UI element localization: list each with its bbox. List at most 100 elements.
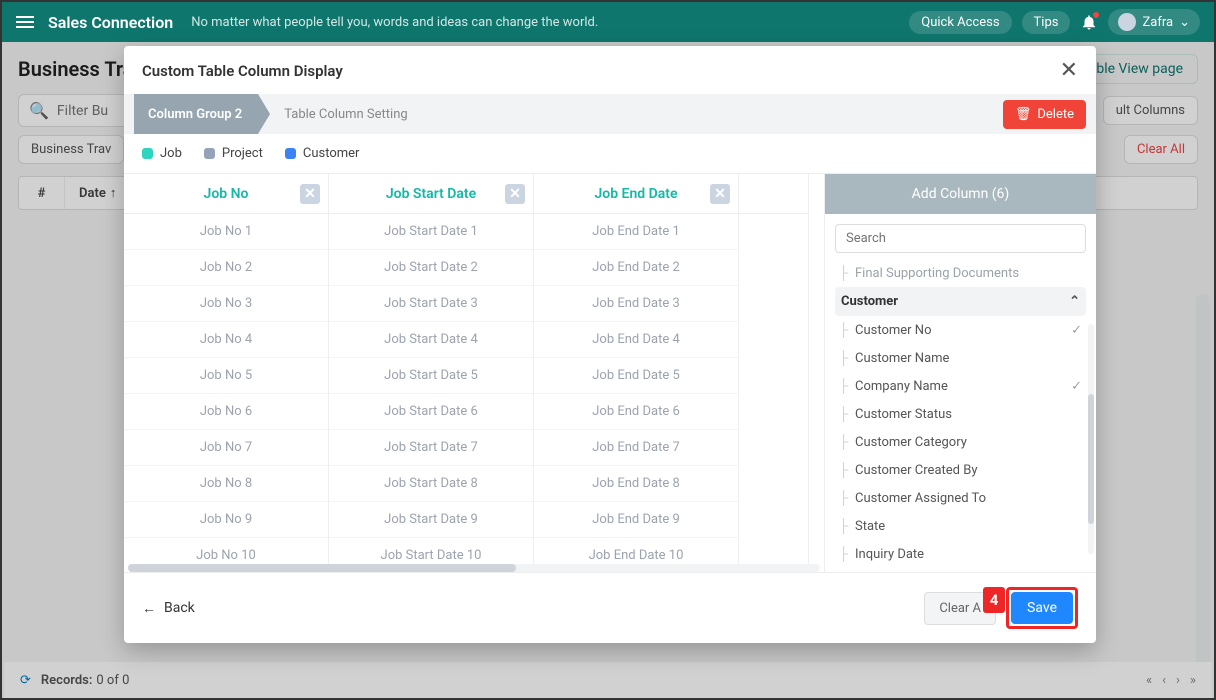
add-column-item-label: Customer Category xyxy=(855,435,967,450)
column-cell: Job No 3 xyxy=(124,286,328,322)
add-column-item[interactable]: ├Customer No✓ xyxy=(835,316,1086,344)
close-icon[interactable]: ✕ xyxy=(1060,60,1078,82)
column-header-label: Job End Date xyxy=(594,186,677,202)
legend-row: Job Project Customer xyxy=(124,134,1096,174)
chevron-down-icon: ⌄ xyxy=(1179,15,1190,30)
modal-title: Custom Table Column Display xyxy=(142,62,1060,80)
save-highlight: 4 Save xyxy=(1006,587,1078,629)
add-column-item-label: Customer Status xyxy=(855,407,952,422)
column-cell: Job End Date 4 xyxy=(534,322,738,358)
custom-column-modal: Custom Table Column Display ✕ Column Gro… xyxy=(124,46,1096,643)
delete-button-label: Delete xyxy=(1037,107,1074,122)
column-cell: Job Start Date 6 xyxy=(329,394,533,430)
add-column-item[interactable]: ├Customer Category xyxy=(835,428,1086,456)
add-column-item[interactable]: ├State xyxy=(835,512,1086,540)
add-column-header: Add Column (6) xyxy=(825,174,1096,214)
add-item-prev[interactable]: ├Final Supporting Documents xyxy=(835,259,1086,287)
column-cell: Job No 1 xyxy=(124,214,328,250)
hamburger-icon[interactable] xyxy=(16,16,34,28)
breadcrumb-active[interactable]: Column Group 2 xyxy=(134,94,258,134)
column-cell: Job Start Date 1 xyxy=(329,214,533,250)
add-column-item-label: Inquiry Date xyxy=(855,547,924,562)
column-cell: Job No 7 xyxy=(124,430,328,466)
column-cell: Job Start Date 3 xyxy=(329,286,533,322)
add-column-search-input[interactable] xyxy=(835,224,1086,253)
column-spacer xyxy=(739,174,809,572)
add-section-customer[interactable]: Customer ⌃ xyxy=(835,287,1086,316)
username-label: Zafra xyxy=(1142,15,1173,30)
tips-button[interactable]: Tips xyxy=(1022,11,1071,34)
tagline: No matter what people tell you, words an… xyxy=(191,15,909,30)
legend-swatch xyxy=(285,148,296,159)
back-button[interactable]: ← Back xyxy=(142,600,195,617)
column-cell: Job No 4 xyxy=(124,322,328,358)
add-column-item[interactable]: ├Customer Status xyxy=(835,400,1086,428)
notification-dot xyxy=(1093,12,1099,18)
brand-label: Sales Connection xyxy=(48,13,173,32)
column-cell: Job End Date 6 xyxy=(534,394,738,430)
arrow-left-icon: ← xyxy=(142,600,156,617)
column-cell: Job No 5 xyxy=(124,358,328,394)
add-column-item-label: Customer Assigned To xyxy=(855,491,986,506)
legend-item: Project xyxy=(204,146,263,161)
bell-icon[interactable] xyxy=(1080,13,1098,31)
column: Job No✕Job No 1Job No 2Job No 3Job No 4J… xyxy=(124,174,329,572)
add-item-prev-label: Final Supporting Documents xyxy=(855,266,1019,281)
save-annotation-badge: 4 xyxy=(983,587,1005,613)
add-column-item-label: State xyxy=(855,519,885,534)
columns-hscroll[interactable] xyxy=(128,564,820,572)
legend-label: Customer xyxy=(303,146,360,161)
column-cell: Job No 2 xyxy=(124,250,328,286)
column-cell: Job Start Date 5 xyxy=(329,358,533,394)
remove-column-icon[interactable]: ✕ xyxy=(300,184,320,204)
quick-access-button[interactable]: Quick Access xyxy=(909,11,1011,34)
column-cell: Job End Date 8 xyxy=(534,466,738,502)
add-column-item[interactable]: ├Credit balance xyxy=(835,568,1086,572)
legend-label: Job xyxy=(160,146,182,161)
add-column-item[interactable]: ├Customer Name xyxy=(835,344,1086,372)
column-header-label: Job Start Date xyxy=(386,186,476,202)
column-header-label: Job No xyxy=(204,186,249,202)
trash-icon: 🗑 xyxy=(1015,107,1032,122)
add-section-label: Customer xyxy=(841,294,898,309)
avatar-icon xyxy=(1118,13,1136,31)
breadcrumb-bar: Column Group 2 Table Column Setting 🗑 De… xyxy=(124,94,1096,134)
legend-item: Customer xyxy=(285,146,360,161)
legend-swatch xyxy=(142,148,153,159)
column-cell: Job No 6 xyxy=(124,394,328,430)
remove-column-icon[interactable]: ✕ xyxy=(710,184,730,204)
column-cell: Job Start Date 8 xyxy=(329,466,533,502)
columns-scroll-area: Job No✕Job No 1Job No 2Job No 3Job No 4J… xyxy=(124,174,824,572)
chevron-up-icon: ⌃ xyxy=(1069,294,1080,309)
column-header-empty xyxy=(739,174,808,214)
breadcrumb-step[interactable]: Table Column Setting xyxy=(284,107,407,122)
column-cell: Job No 8 xyxy=(124,466,328,502)
add-column-item[interactable]: ├Customer Assigned To xyxy=(835,484,1086,512)
legend-label: Project xyxy=(222,146,263,161)
column-header: Job Start Date ✕ xyxy=(329,174,533,214)
user-menu[interactable]: Zafra ⌄ xyxy=(1108,9,1200,35)
add-panel-vscroll[interactable] xyxy=(1088,324,1094,554)
add-column-item[interactable]: ├Customer Created By xyxy=(835,456,1086,484)
column-cell: Job No 9 xyxy=(124,502,328,538)
remove-column-icon[interactable]: ✕ xyxy=(505,184,525,204)
column-header: Job No ✕ xyxy=(124,174,328,214)
column-cell: Job End Date 3 xyxy=(534,286,738,322)
column-cell: Job End Date 7 xyxy=(534,430,738,466)
column-cell: Job End Date 1 xyxy=(534,214,738,250)
back-button-label: Back xyxy=(164,600,195,616)
add-column-panel: Add Column (6) ├Final Supporting Documen… xyxy=(824,174,1096,572)
column: Job End Date✕Job End Date 1Job End Date … xyxy=(534,174,739,572)
column-cell: Job End Date 9 xyxy=(534,502,738,538)
column-cell: Job Start Date 2 xyxy=(329,250,533,286)
add-column-item[interactable]: ├Inquiry Date xyxy=(835,540,1086,568)
column-cell: Job End Date 2 xyxy=(534,250,738,286)
add-column-item[interactable]: ├Company Name✓ xyxy=(835,372,1086,400)
column-cell: Job End Date 5 xyxy=(534,358,738,394)
legend-swatch xyxy=(204,148,215,159)
save-button[interactable]: Save xyxy=(1011,592,1073,624)
check-icon: ✓ xyxy=(1071,379,1082,394)
delete-button[interactable]: 🗑 Delete xyxy=(1003,100,1086,129)
column: Job Start Date✕Job Start Date 1Job Start… xyxy=(329,174,534,572)
column-cell: Job Start Date 7 xyxy=(329,430,533,466)
